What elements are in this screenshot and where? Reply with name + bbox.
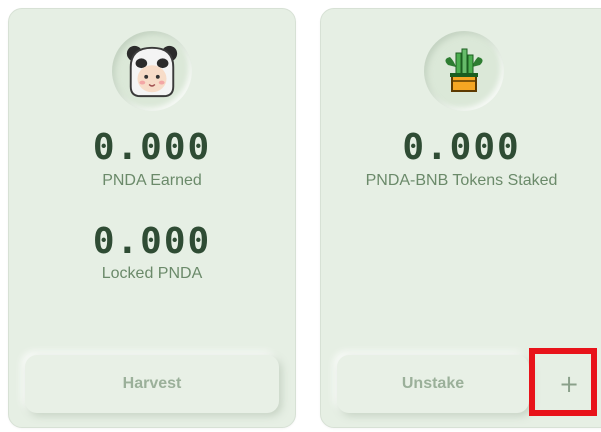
highlight-box <box>529 348 597 416</box>
bamboo-pot-icon <box>445 48 483 92</box>
staking-avatar <box>424 31 504 111</box>
locked-label: Locked PNDA <box>101 265 203 282</box>
panda-hood-icon <box>126 45 178 98</box>
staked-label: PNDA-BNB Tokens Staked <box>365 172 558 189</box>
staked-value: 0.000 <box>402 127 521 168</box>
harvest-button[interactable]: Harvest <box>25 355 279 413</box>
unstake-button[interactable]: Unstake <box>337 355 529 413</box>
earnings-card: 0.000 PNDA Earned 0.000 Locked PNDA Harv… <box>8 8 296 428</box>
earned-value: 0.000 <box>92 127 212 168</box>
earned-label: PNDA Earned <box>102 172 202 189</box>
locked-value: 0.000 <box>92 221 212 262</box>
earnings-avatar <box>112 31 192 111</box>
